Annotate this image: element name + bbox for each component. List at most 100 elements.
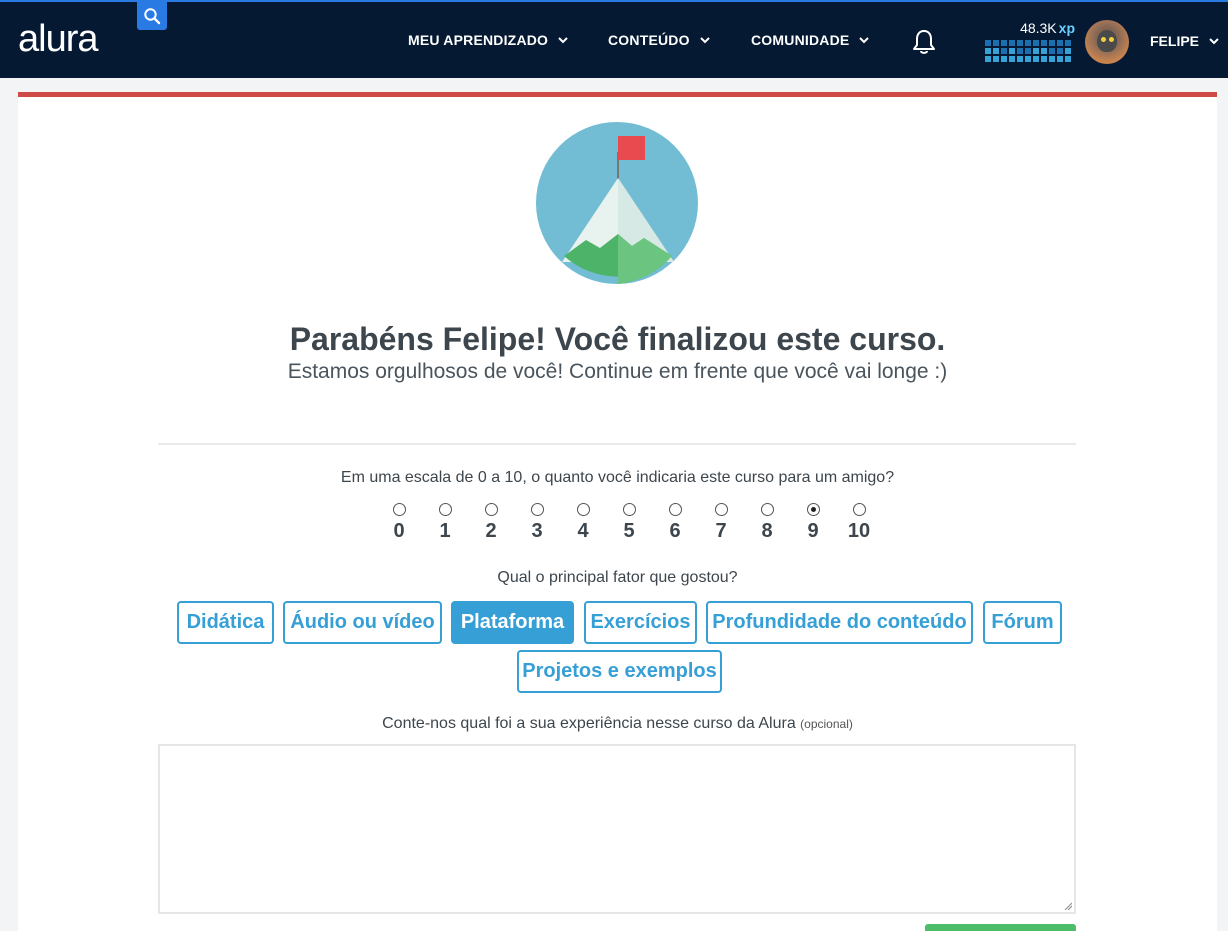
nav-label: CONTEÚDO [608, 32, 690, 48]
xp-grid-cell [1001, 40, 1007, 46]
factor-label: Didática [186, 611, 265, 633]
xp-grid-cell [1033, 48, 1039, 54]
factor-projetos[interactable]: Projetos e exemplos [517, 650, 722, 693]
nps-radio[interactable] [484, 503, 498, 516]
nps-number: 6 [669, 520, 681, 542]
nps-number: 0 [393, 520, 405, 542]
xp-grid-cell [1041, 56, 1047, 62]
factor-plataforma[interactable]: Plataforma [451, 601, 574, 644]
page-title: Parabéns Felipe! Você finalizou este cur… [289, 321, 946, 357]
divider [158, 443, 1076, 445]
xp-grid-cell [1025, 56, 1031, 62]
search-icon [144, 8, 161, 25]
factor-label: Exercícios [590, 611, 691, 633]
nps-option-1[interactable]: 1 [422, 503, 468, 543]
xp-grid-cell [985, 48, 991, 54]
chevron-down-icon [859, 37, 870, 44]
xp-grid-cell [1041, 48, 1047, 54]
avatar-eye [1101, 37, 1106, 42]
factor-question: Qual o principal fator que gostou? [497, 569, 738, 586]
nav-label: MEU APRENDIZADO [408, 32, 549, 48]
alura-logo[interactable]: alura [18, 18, 98, 61]
nps-number: 7 [715, 520, 727, 542]
xp-grid-cell [1057, 48, 1063, 54]
xp-grid-cell [1041, 40, 1047, 46]
top-navbar: alura MEU APRENDIZADO CONTEÚDO COMUNIDAD… [0, 0, 1228, 78]
nps-radio[interactable] [392, 503, 406, 516]
nps-radio[interactable] [530, 503, 544, 516]
nav-meu-aprendizado[interactable]: MEU APRENDIZADO [408, 32, 570, 48]
xp-grid-cell [993, 48, 999, 54]
nps-number: 10 [847, 520, 871, 542]
user-menu[interactable]: FELIPE [1150, 33, 1221, 49]
xp-grid-cell [985, 40, 991, 46]
xp-indicator[interactable]: 48.3K xp [985, 20, 1075, 64]
nps-option-10[interactable]: 10 [836, 503, 882, 543]
bell-icon[interactable] [911, 28, 937, 56]
submit-button[interactable] [925, 924, 1076, 931]
avatar-eye [1109, 37, 1114, 42]
xp-grid-cell [1049, 56, 1055, 62]
experience-label: Conte-nos qual foi a sua experiência nes… [18, 715, 1217, 733]
xp-grid-cell [1065, 56, 1071, 62]
nps-option-2[interactable]: 2 [468, 503, 514, 543]
xp-grid-cell [1009, 40, 1015, 46]
nps-radio[interactable] [852, 503, 866, 516]
user-name: FELIPE [1150, 33, 1200, 49]
mountain-flag-illustration [536, 122, 698, 284]
xp-grid-cell [1049, 40, 1055, 46]
nav-comunidade[interactable]: COMUNIDADE [751, 32, 871, 48]
factor-label: Áudio ou vídeo [290, 611, 435, 633]
nps-option-6[interactable]: 6 [652, 503, 698, 543]
avatar[interactable] [1085, 20, 1129, 64]
xp-grid-icon [985, 40, 1071, 62]
nps-option-5[interactable]: 5 [606, 503, 652, 543]
nps-radio[interactable] [668, 503, 682, 516]
xp-grid-cell [1065, 48, 1071, 54]
nps-option-8[interactable]: 8 [744, 503, 790, 543]
chevron-down-icon [558, 37, 568, 44]
chevron-down-icon [700, 37, 710, 44]
xp-grid-cell [1057, 40, 1063, 46]
xp-grid-cell [1057, 56, 1063, 62]
factor-exercicios[interactable]: Exercícios [584, 601, 697, 644]
nps-radio[interactable] [714, 503, 728, 516]
nps-option-7[interactable]: 7 [698, 503, 744, 543]
xp-grid-cell [1017, 56, 1023, 62]
xp-value: 48.3K [1020, 20, 1057, 36]
factor-didatica[interactable]: Didática [177, 601, 274, 644]
nps-scale: 0 1 2 3 4 5 6 7 8 9 10 [376, 503, 882, 543]
nps-radio[interactable] [806, 503, 820, 516]
xp-grid-cell [1025, 48, 1031, 54]
xp-grid-cell [1009, 56, 1015, 62]
nps-number: 1 [439, 520, 451, 542]
nps-option-3[interactable]: 3 [514, 503, 560, 543]
nps-option-0[interactable]: 0 [376, 503, 422, 543]
xp-grid-cell [1009, 48, 1015, 54]
factor-profundidade[interactable]: Profundidade do conteúdo [706, 601, 973, 644]
nps-question: Em uma escala de 0 a 10, o quanto você i… [340, 469, 895, 486]
search-button[interactable] [137, 2, 167, 30]
factor-label: Projetos e exemplos [522, 660, 717, 682]
xp-unit: xp [1058, 20, 1075, 36]
xp-grid-cell [1001, 56, 1007, 62]
nps-radio[interactable] [622, 503, 636, 516]
resize-grip-icon[interactable] [1064, 902, 1072, 910]
nps-option-9[interactable]: 9 [790, 503, 836, 543]
experience-textarea[interactable] [158, 744, 1076, 914]
nav-label: COMUNIDADE [751, 32, 850, 48]
xp-grid-cell [1017, 48, 1023, 54]
nav-conteudo[interactable]: CONTEÚDO [608, 32, 712, 48]
nps-option-4[interactable]: 4 [560, 503, 606, 543]
nps-number: 5 [623, 520, 635, 542]
xp-grid-cell [1049, 48, 1055, 54]
nps-radio[interactable] [438, 503, 452, 516]
optional-note: (opcional) [800, 717, 853, 731]
factor-forum[interactable]: Fórum [983, 601, 1062, 644]
nps-radio[interactable] [576, 503, 590, 516]
page-subtitle: Estamos orgulhosos de você! Continue em … [287, 360, 948, 383]
xp-label: 48.3K xp [1020, 20, 1075, 36]
factor-audio-video[interactable]: Áudio ou vídeo [283, 601, 442, 644]
nps-number: 9 [807, 520, 819, 542]
nps-radio[interactable] [760, 503, 774, 516]
